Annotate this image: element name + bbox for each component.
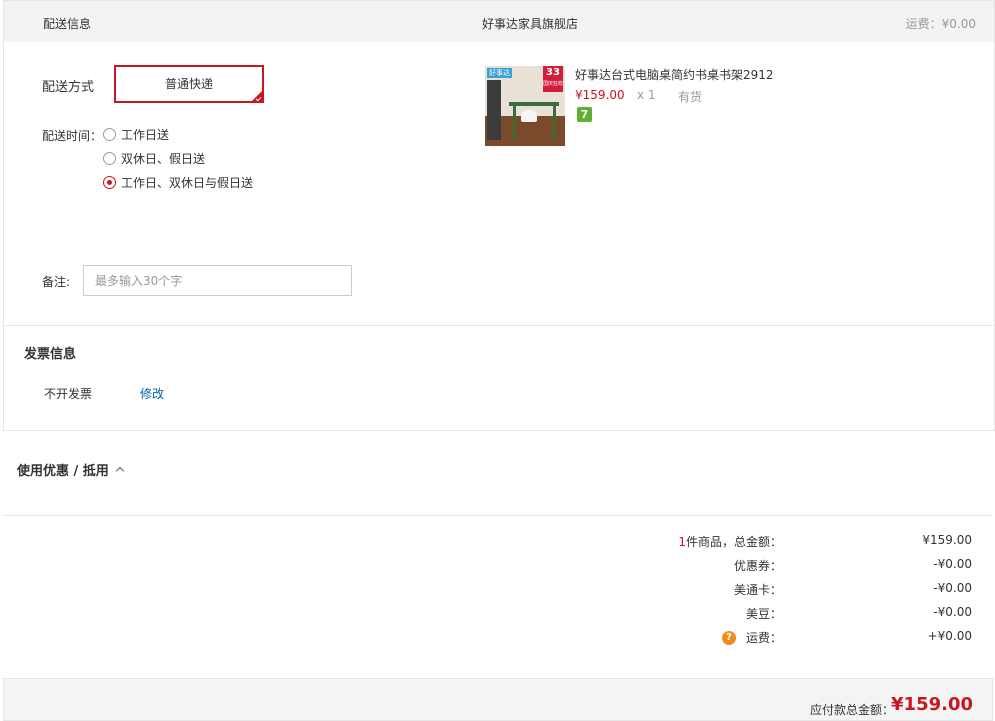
- product-price: ¥159.00: [575, 88, 625, 102]
- image-promo-sub: 国庆狂欢: [543, 81, 564, 87]
- shipping-header: 配送信息 好事达家具旗舰店 运费：¥0.00: [4, 0, 994, 42]
- summary-row-bean: 美豆： -¥0.00: [600, 605, 972, 621]
- image-promo-badge: 33 国庆狂欢: [543, 66, 563, 92]
- payable-total-value: ¥159.00: [891, 694, 973, 715]
- seven-day-return-icon: 7: [577, 107, 592, 122]
- delivery-time-option-label: 工作日送: [121, 127, 170, 142]
- summary-row-card: 美通卡： -¥0.00: [600, 581, 972, 597]
- radio-icon[interactable]: [103, 151, 116, 165]
- product-stock-status: 有货: [678, 90, 703, 104]
- image-chair: [521, 110, 537, 122]
- payable-total-label: 应付款总金额：: [809, 703, 894, 717]
- image-desk-top: [509, 102, 559, 106]
- item-count: 1: [678, 534, 686, 549]
- summary-bean-value: -¥0.00: [933, 605, 972, 619]
- summary-card-value: -¥0.00: [933, 581, 972, 595]
- summary-freight-text: 运费：: [745, 631, 782, 645]
- summary-card-label: 美通卡：: [733, 583, 782, 597]
- radio-checked-icon[interactable]: [103, 175, 116, 189]
- remark-label: 备注:: [42, 275, 71, 289]
- image-desk-leg: [513, 106, 516, 140]
- image-bookshelf: [487, 80, 501, 140]
- invoice-section: 发票信息 不开发票 修改: [3, 325, 995, 431]
- summary-coupon-label: 优惠券：: [733, 559, 782, 573]
- shipping-fee: 运费：¥0.00: [905, 17, 976, 31]
- delivery-method-text: 普通快递: [164, 77, 213, 91]
- product-quantity: x 1: [637, 88, 656, 102]
- shipping-section: 配送信息 好事达家具旗舰店 运费：¥0.00 配送方式 普通快递 配送时间： 工…: [3, 0, 995, 326]
- product-image[interactable]: 好事达 33 国庆狂欢: [485, 66, 565, 146]
- chevron-up-icon: [115, 466, 125, 476]
- delivery-time-option-weekend[interactable]: 双休日、假日送: [103, 150, 205, 166]
- invoice-type: 不开发票: [44, 387, 93, 401]
- summary-row-coupon: 优惠券： -¥0.00: [600, 557, 972, 573]
- invoice-title: 发票信息: [24, 347, 77, 362]
- divider: [3, 515, 993, 516]
- delivery-time-option-label: 双休日、假日送: [121, 151, 206, 166]
- summary-total-label: 1 件商品，总金额：: [678, 533, 782, 550]
- help-icon[interactable]: ?: [721, 630, 736, 645]
- shop-name: 好事达家具旗舰店: [482, 17, 579, 31]
- coupon-toggle-label: 使用优惠 / 抵用: [17, 464, 109, 479]
- item-count-suffix: 件商品，总金额：: [685, 535, 782, 549]
- summary-total-value: ¥159.00: [922, 533, 972, 547]
- product-title-link[interactable]: 好事达台式电脑桌简约书桌书架2912: [575, 66, 774, 83]
- delivery-time-option-all[interactable]: 工作日、双休日与假日送: [103, 174, 253, 190]
- summary-coupon-value: -¥0.00: [933, 557, 972, 571]
- delivery-method-label: 配送方式: [42, 80, 95, 95]
- summary-row-total: 1 件商品，总金额： ¥159.00: [600, 533, 972, 549]
- payable-total-bar: 应付款总金额： ¥159.00: [3, 678, 993, 721]
- delivery-time-option-label: 工作日、双休日与假日送: [121, 175, 254, 190]
- shipping-section-label: 配送信息: [43, 17, 92, 31]
- radio-icon[interactable]: [103, 127, 116, 141]
- remark-input[interactable]: [83, 265, 352, 296]
- selected-check-icon: [252, 91, 262, 101]
- coupon-toggle[interactable]: 使用优惠 / 抵用: [17, 460, 125, 479]
- image-brand-logo: 好事达: [487, 68, 512, 78]
- delivery-time-option-weekday[interactable]: 工作日送: [103, 126, 169, 142]
- summary-freight-value: +¥0.00: [927, 629, 972, 643]
- invoice-edit-link[interactable]: 修改: [140, 385, 164, 402]
- image-desk-leg: [553, 106, 556, 140]
- summary-row-freight: ? 运费： +¥0.00: [600, 629, 972, 645]
- summary-freight-label: ? 运费：: [721, 629, 782, 646]
- image-promo-number: 33: [546, 67, 560, 78]
- summary-bean-label: 美豆：: [745, 607, 782, 621]
- delivery-time-label: 配送时间：: [42, 129, 103, 143]
- delivery-method-option-express[interactable]: 普通快递: [114, 65, 264, 103]
